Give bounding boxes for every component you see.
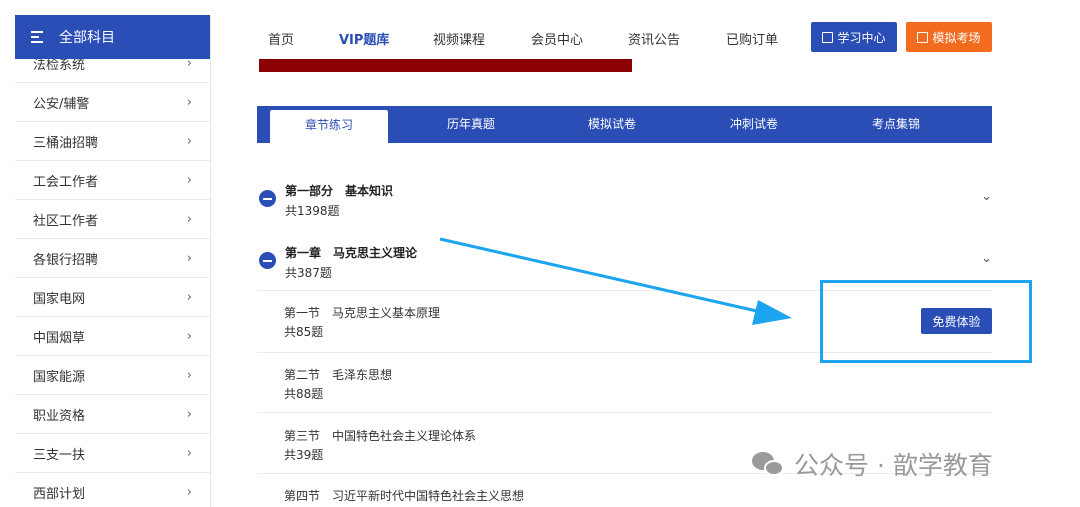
- annotation-arrow: [439, 237, 792, 325]
- wechat-watermark: 公众号 · 歆学教育: [752, 446, 993, 482]
- wechat-icon: [752, 450, 786, 478]
